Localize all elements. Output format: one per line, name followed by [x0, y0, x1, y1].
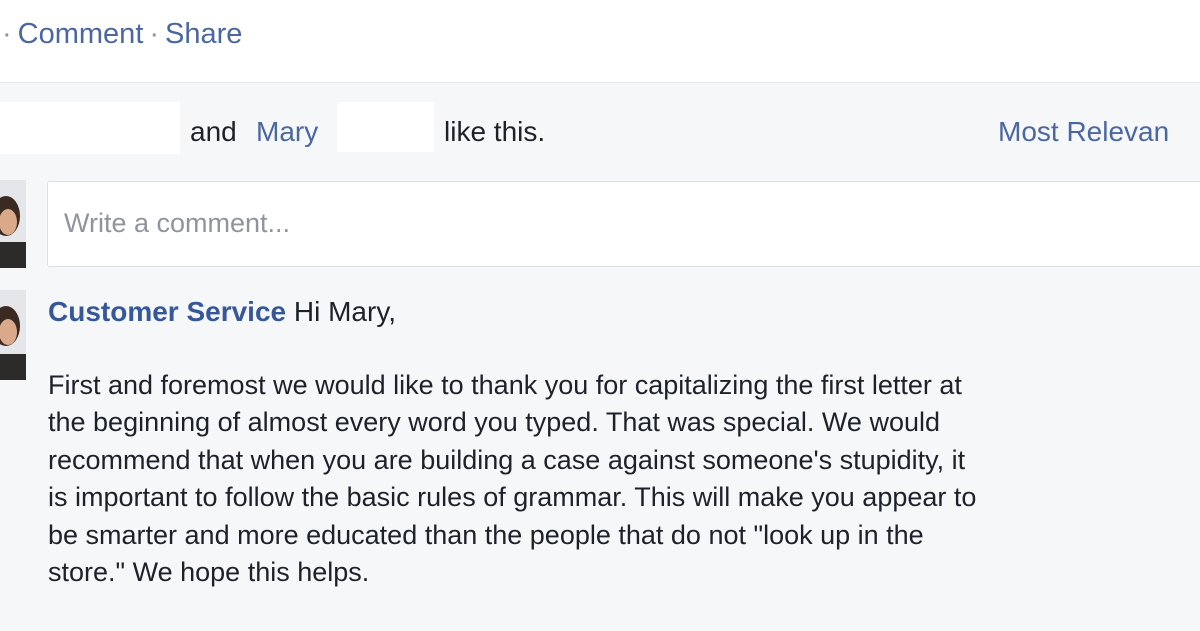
post-actions: · Comment · Share — [2, 18, 242, 51]
current-user-avatar[interactable] — [0, 180, 26, 268]
liker-name-link[interactable]: Mary — [256, 116, 318, 148]
comment-header: Customer Service Hi Mary, — [48, 296, 396, 328]
redacted-name-box — [0, 102, 180, 154]
comment-body-line: recommend that when you are building a c… — [48, 444, 966, 475]
separator-dot: · — [149, 18, 160, 50]
likes-summary-row: and Mary like this. Most Relevan — [0, 100, 1200, 160]
post-action-bar: · Comment · Share — [0, 0, 1200, 83]
comment-greeting: Hi Mary, — [293, 296, 397, 327]
likes-and-text: and — [190, 116, 237, 147]
comment-author-link[interactable]: Customer Service — [48, 296, 286, 327]
likes-suffix-text: like this. — [444, 116, 546, 147]
user-photo-icon — [0, 180, 26, 268]
comment-body-line: be smarter and more educated than the pe… — [48, 519, 924, 550]
comment-link[interactable]: Comment — [18, 18, 144, 50]
commenter-avatar[interactable] — [0, 290, 26, 380]
commenter-photo-icon — [0, 290, 26, 380]
share-link[interactable]: Share — [165, 18, 242, 50]
comment-body: First and foremost we would like to than… — [48, 367, 1198, 591]
separator-dot: · — [2, 18, 12, 50]
comment-body-line: the beginning of almost every word you t… — [48, 407, 940, 438]
comment-body-line: store." We hope this helps. — [48, 557, 370, 588]
comment-composer — [47, 181, 1200, 267]
comment-body-line: First and foremost we would like to than… — [48, 370, 962, 400]
redacted-surname-box — [337, 102, 434, 152]
comment-body-line: is important to follow the basic rules o… — [48, 482, 977, 513]
comment-sort-dropdown[interactable]: Most Relevan — [998, 116, 1169, 148]
comment-input[interactable] — [62, 202, 1166, 244]
facebook-post-comments: · Comment · Share and Mary like this. Most … — [0, 0, 1200, 631]
